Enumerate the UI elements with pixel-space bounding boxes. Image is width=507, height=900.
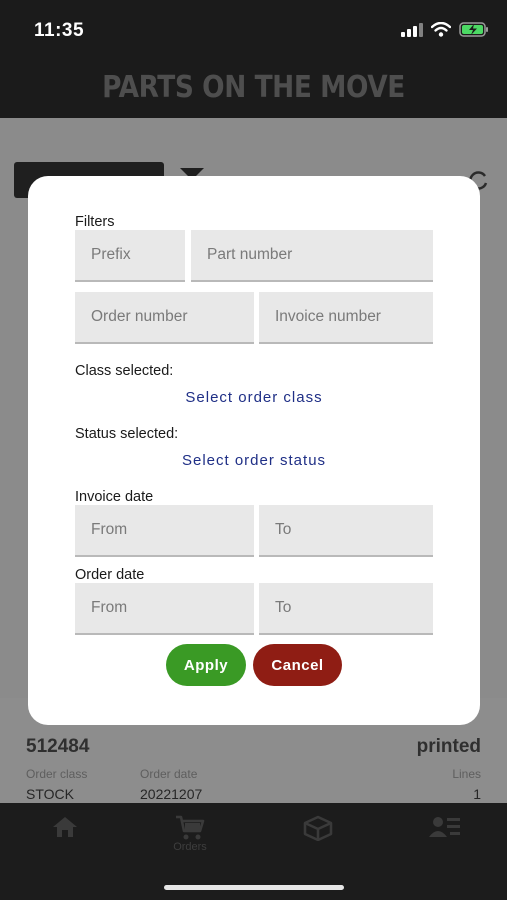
class-selected-label: Class selected: [75,363,174,379]
order-date-label: Order date [75,567,145,583]
signal-icon [401,22,423,37]
order-date-from-input[interactable] [75,583,254,635]
background-lines-label: Lines [452,767,481,781]
tab-home[interactable] [25,815,105,839]
background-lines-value: 1 [473,786,481,802]
wifi-icon [431,22,451,37]
battery-charging-icon [459,22,488,37]
background-order-date-label: Order date [140,767,198,781]
home-icon [53,817,77,837]
background-order-class-value: STOCK [26,786,74,802]
status-icons [401,22,489,37]
tab-packages[interactable] [278,815,358,841]
background-order-date-value: 20221207 [140,786,203,802]
invoice-number-input[interactable] [259,292,433,344]
cart-icon [176,815,205,840]
status-selected-label: Status selected: [75,426,179,442]
app-header: PARTS ON THE MOVE [0,60,507,118]
tab-orders[interactable]: Orders [150,815,230,853]
invoice-date-from-input[interactable] [75,505,254,557]
filter-modal: Filters Class selected: Select order cla… [28,176,480,725]
cancel-button[interactable]: Cancel [253,644,342,686]
background-order-number: 512484 [26,736,90,757]
status-bar: 11:35 [0,0,507,60]
app-title: PARTS ON THE MOVE [102,70,405,105]
select-order-status-link[interactable]: Select order status [28,452,480,469]
background-order-status: printed [416,736,481,757]
select-order-class-link[interactable]: Select order class [28,389,480,406]
invoice-date-to-input[interactable] [259,505,433,557]
background-order-class-label: Order class [26,767,88,781]
filters-label: Filters [75,214,115,230]
order-number-input[interactable] [75,292,254,344]
home-indicator[interactable] [164,885,344,890]
order-date-to-input[interactable] [259,583,433,635]
box-icon [303,815,333,841]
tab-account[interactable] [405,815,485,839]
tab-orders-label: Orders [173,841,207,853]
prefix-input[interactable] [75,230,185,282]
invoice-date-label: Invoice date [75,489,154,505]
user-list-icon [429,817,460,837]
apply-button[interactable]: Apply [166,644,246,686]
part-number-input[interactable] [191,230,433,282]
status-time: 11:35 [34,20,85,41]
